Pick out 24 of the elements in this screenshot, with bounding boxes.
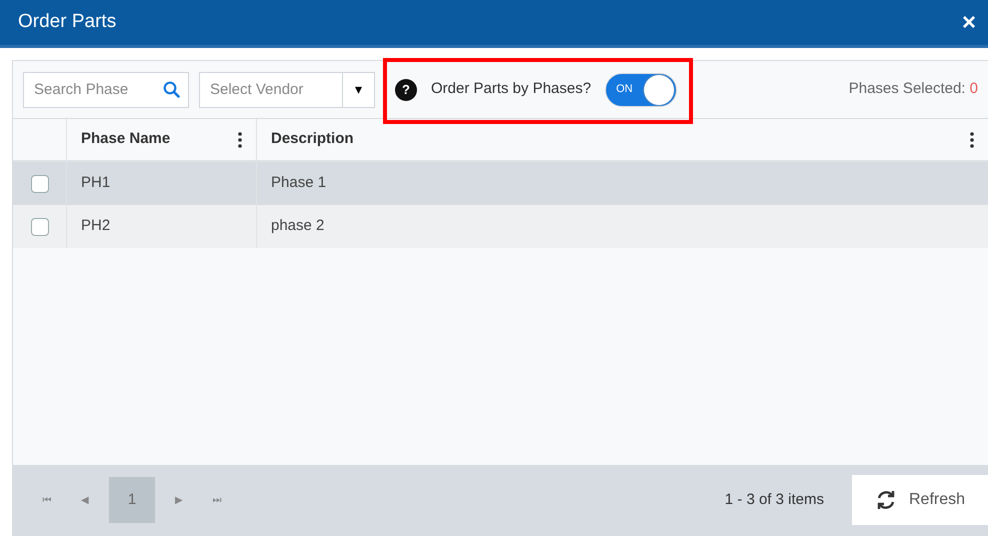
column-menu-icon[interactable] — [970, 132, 974, 148]
refresh-button[interactable]: Refresh — [852, 475, 988, 525]
search-icon[interactable] — [163, 80, 180, 98]
column-header: Description — [271, 129, 354, 150]
row-checkbox[interactable] — [30, 218, 48, 236]
column-menu-icon[interactable] — [238, 132, 242, 148]
toggle-switch[interactable]: ON — [605, 72, 678, 106]
row-checkbox[interactable] — [30, 174, 48, 192]
phases-selected-text: Phases Selected: 0 — [848, 79, 978, 100]
close-button[interactable]: × — [962, 10, 976, 34]
vendor-field[interactable]: Select Vendor — [199, 72, 343, 108]
table-cell-text: phase 2 — [271, 216, 324, 236]
table-row[interactable]: PH1 Phase 1 — [13, 162, 988, 205]
table-cell-text: Phase 1 — [271, 173, 326, 194]
items-summary: 1 - 3 of 3 items — [724, 490, 824, 510]
window-title: Order Parts — [18, 10, 116, 34]
help-icon[interactable]: ? — [395, 78, 417, 100]
column-header: Phase Name — [81, 129, 170, 150]
table-cell-text: PH1 — [81, 173, 110, 194]
table-cell-text: PH2 — [81, 216, 110, 236]
table-row[interactable]: PH2 phase 2 — [13, 205, 988, 248]
toggle-label: Order Parts by Phases? — [431, 79, 592, 100]
dropdown-button[interactable]: ▾ — [343, 72, 375, 108]
search-field[interactable]: Search Phase — [23, 72, 189, 108]
